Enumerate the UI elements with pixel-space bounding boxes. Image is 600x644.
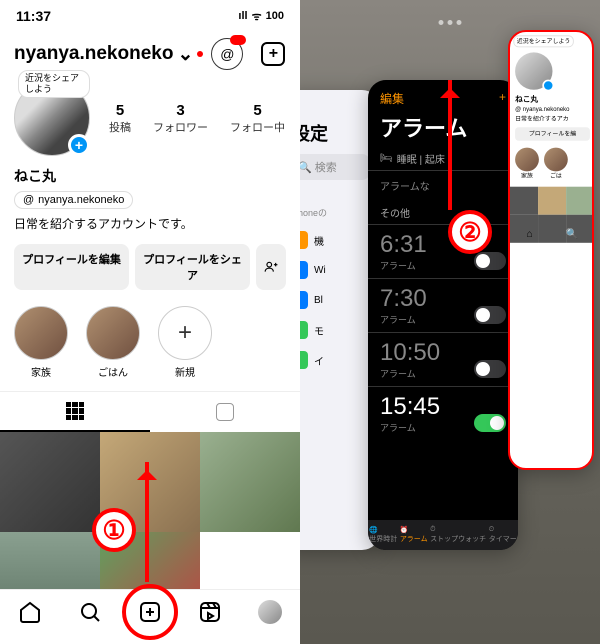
username-dropdown[interactable]: nyanya.nekoneko ⌄ — [14, 43, 203, 66]
time: 11:37 — [16, 8, 51, 24]
edit-profile-button[interactable]: プロフィールを編集 — [14, 244, 129, 290]
discover-people-button[interactable] — [256, 244, 286, 290]
app-switcher-screen: 設定 設定 🔍 検索 iPhoneの 機 Wi Bl モ イ 時計 編集+ アラ… — [300, 0, 600, 644]
annotation-step-1: ① — [92, 508, 136, 552]
tab-alarm[interactable]: ⏰アラーム — [400, 526, 428, 544]
alarm-row[interactable]: 10:50アラーム — [368, 332, 518, 386]
battery-level: 100 — [266, 10, 284, 22]
highlight-item[interactable]: 家族 — [14, 306, 68, 379]
highlight-cover — [544, 148, 568, 172]
highlight-new[interactable]: +新規 — [158, 306, 212, 379]
annotation-arrow-up — [448, 80, 452, 210]
highlight-item[interactable]: ごはん — [86, 306, 140, 379]
post-thumbnail[interactable] — [0, 432, 100, 532]
bio-text: 日常を紹介するアカウントです。 — [14, 215, 286, 232]
username-text: nyanya.nekoneko — [14, 43, 173, 65]
post-thumbnail — [566, 187, 594, 215]
sleep-section: 🛏睡眠 | 起床 — [368, 147, 518, 170]
tab-timer[interactable]: ⏲タイマー — [489, 526, 517, 544]
bottom-nav: ⌂ 🔍 — [510, 228, 594, 240]
threads-at-icon: @ — [23, 194, 34, 206]
highlight-cover — [86, 306, 140, 360]
alarm-row[interactable]: 15:45アラーム — [368, 386, 518, 440]
tab-tagged[interactable] — [150, 392, 300, 432]
notification-dot-icon — [197, 51, 203, 57]
share-profile-button[interactable]: プロフィールをシェア — [135, 244, 250, 290]
avatar — [515, 52, 552, 89]
instagram-profile-screen: 11:37 ıll ᯤ 100 nyanya.nekoneko ⌄ @ + 近況… — [0, 0, 300, 644]
stat-followers[interactable]: 3フォロワー — [153, 102, 208, 135]
edit-button[interactable]: 編集 — [380, 90, 404, 107]
home-icon: ⌂ — [527, 228, 533, 240]
display-name: ねこ丸 — [510, 92, 594, 106]
tab-grid[interactable] — [0, 392, 150, 432]
bio-section: ねこ丸 @nyanya.nekoneko 日常を紹介するアカウントです。 — [0, 156, 300, 240]
action-buttons: プロフィールを編集 プロフィールをシェア — [0, 240, 300, 302]
threads-link: @ nyanya.nekoneko — [510, 106, 594, 114]
highlights-row: 家族 ごはん +新規 — [0, 302, 300, 391]
clock-tabs: 🌐世界時計 ⏰アラーム ⏱ストップウォッチ ⏲タイマー — [368, 520, 518, 550]
avatar-icon — [258, 600, 282, 624]
post-thumbnail — [538, 187, 566, 215]
nav-profile[interactable] — [258, 600, 282, 624]
search-input[interactable]: 🔍 検索 — [300, 154, 370, 180]
post-thumbnail[interactable] — [200, 432, 300, 532]
wifi-icon: ᯤ — [252, 9, 262, 24]
stats-row: 5投稿 3フォロワー 5フォロー中 — [108, 102, 286, 135]
signal-icon: ıll — [238, 10, 247, 22]
nav-reels[interactable] — [198, 600, 222, 624]
tagged-icon — [216, 403, 234, 421]
highlight-cover — [14, 306, 68, 360]
profile-info-row: 近況をシェアしよう + 5投稿 3フォロワー 5フォロー中 — [0, 80, 300, 156]
toggle[interactable] — [474, 360, 506, 378]
create-button[interactable]: + — [261, 42, 285, 66]
toggle[interactable] — [474, 414, 506, 432]
alarm-row[interactable]: 7:30アラーム — [368, 278, 518, 332]
avatar-container[interactable]: 近況をシェアしよう + — [14, 80, 90, 156]
bed-icon: 🛏 — [380, 153, 393, 164]
toggle[interactable] — [474, 252, 506, 270]
story-prompt-bubble: 近況をシェアしよう — [18, 70, 90, 98]
chevron-down-icon: ⌄ — [177, 43, 193, 66]
annotation-step-2: ② — [448, 210, 492, 254]
switcher-card-instagram[interactable]: 近況をシェアしよう ねこ丸 @ nyanya.nekoneko 日常を紹介するア… — [508, 30, 594, 470]
content-tabs — [0, 391, 300, 432]
alarm-row[interactable]: 6:31アラーム — [368, 224, 518, 278]
status-bar: 11:37 ıll ᯤ 100 — [0, 0, 300, 32]
toggle[interactable] — [474, 306, 506, 324]
nav-search[interactable] — [78, 600, 102, 624]
grid-icon — [66, 402, 84, 420]
display-name: ねこ丸 — [14, 166, 286, 186]
edit-profile-button: プロフィールを編 — [515, 127, 590, 141]
story-prompt-bubble: 近況をシェアしよう — [513, 35, 573, 47]
highlight-cover — [515, 148, 539, 172]
threads-icon[interactable]: @ — [211, 38, 243, 70]
nav-home[interactable] — [18, 600, 42, 624]
annotation-circle — [122, 584, 178, 640]
plus-icon: + — [158, 306, 212, 360]
tab-stopwatch[interactable]: ⏱ストップウォッチ — [430, 526, 486, 544]
stat-posts[interactable]: 5投稿 — [109, 102, 131, 135]
add-button[interactable]: + — [499, 90, 506, 107]
highlights-row: 家族 ごは — [510, 144, 594, 183]
add-story-badge — [542, 80, 554, 92]
annotation-arrow-up — [145, 462, 149, 582]
alarm-title: アラーム — [368, 111, 518, 147]
search-icon: 🔍 — [566, 228, 579, 240]
threads-link[interactable]: @nyanya.nekoneko — [14, 191, 133, 209]
stat-following[interactable]: 5フォロー中 — [230, 102, 285, 135]
post-thumbnail — [510, 187, 538, 215]
other-section: その他 — [368, 201, 518, 224]
tab-worldclock[interactable]: 🌐世界時計 — [369, 526, 397, 544]
alarm-none: アラームな — [368, 170, 518, 201]
bio-text: 日常を紹介するアカ — [510, 114, 594, 124]
add-story-badge[interactable]: + — [68, 134, 90, 156]
switcher-card-clock[interactable]: 時計 編集+ アラーム 🛏睡眠 | 起床 アラームな その他 6:31アラーム … — [368, 80, 518, 550]
